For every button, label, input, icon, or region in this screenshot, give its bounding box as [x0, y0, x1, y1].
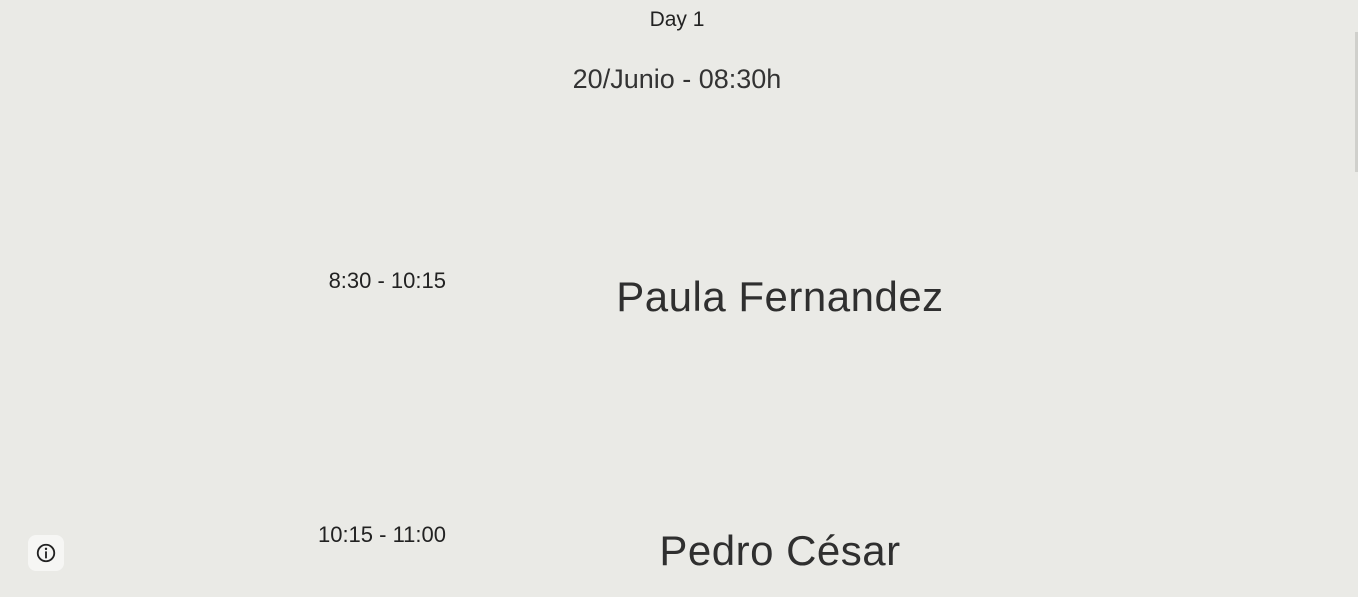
- session-speaker: Paula Fernandez: [616, 273, 944, 320]
- schedule-page: Day 1 20/Junio - 08:30h 8:30 - 10:15 Pau…: [0, 0, 1358, 597]
- session-speaker: Pedro César: [659, 527, 901, 574]
- date-heading: 20/Junio - 08:30h: [572, 64, 782, 94]
- session-time: 8:30 - 10:15: [328, 268, 446, 293]
- info-icon: [36, 543, 56, 563]
- info-button[interactable]: [28, 535, 64, 571]
- day-heading: Day 1: [649, 8, 705, 31]
- session-time: 10:15 - 11:00: [317, 522, 446, 547]
